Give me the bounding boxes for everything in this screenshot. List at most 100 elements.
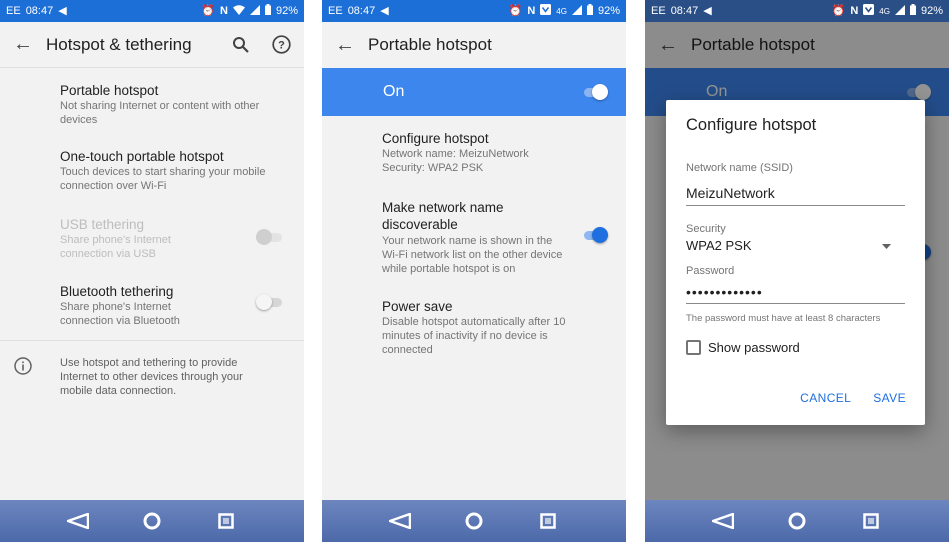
ssid-label: Network name (SSID) (686, 162, 793, 174)
screen-configure-hotspot-dialog: EE 08:47 ◀ ⏰ N 4G 92% ← Portable hotspot… (645, 0, 949, 542)
save-button[interactable]: SAVE (873, 391, 906, 405)
svg-text:?: ? (278, 40, 285, 52)
security-label: Security (686, 223, 726, 235)
cancel-button[interactable]: CANCEL (800, 391, 851, 405)
dialog-actions: CANCEL SAVE (686, 391, 906, 405)
info-footer: Use hotspot and tethering to provide Int… (0, 356, 304, 398)
navigation-bar (0, 500, 304, 542)
navigation-bar (645, 500, 949, 542)
show-password-checkbox[interactable] (686, 340, 701, 355)
nav-home-icon[interactable] (786, 510, 808, 532)
network-type-badge: 4G (556, 6, 567, 16)
carrier-label: EE (328, 5, 343, 17)
nav-back-icon[interactable] (67, 510, 89, 532)
nav-recents-icon[interactable] (537, 510, 559, 532)
item-subtitle: Your network name is shown in the Wi-Fi … (382, 235, 563, 275)
nav-home-icon[interactable] (463, 510, 485, 532)
battery-level: 92% (920, 5, 943, 17)
navigation-arrow-icon: ◀ (380, 4, 389, 17)
nav-back-icon[interactable] (712, 510, 734, 532)
list-item-portable-hotspot[interactable]: Portable hotspot Not sharing Internet or… (0, 82, 304, 127)
item-title: Power save (382, 299, 453, 314)
page-title: Hotspot & tethering (46, 34, 192, 54)
master-switch-label: On (383, 83, 405, 100)
navigation-bar (322, 500, 626, 542)
navigation-arrow-icon: ◀ (58, 4, 67, 17)
alarm-icon: ⏰ (201, 4, 216, 17)
nav-back-icon[interactable] (389, 510, 411, 532)
ssid-input[interactable]: MeizuNetwork (686, 185, 905, 201)
discoverable-switch[interactable] (582, 226, 608, 244)
carrier-label: EE (6, 5, 21, 17)
usb-tethering-switch (256, 228, 282, 246)
configure-hotspot-dialog: Configure hotspot Network name (SSID) Me… (666, 100, 925, 425)
clock: 08:47 (25, 5, 54, 17)
status-bar: EE 08:47 ◀ ⏰ N 4G 92% (322, 0, 626, 22)
master-switch-bar[interactable]: On (322, 68, 626, 116)
search-icon[interactable] (230, 34, 252, 56)
dropdown-arrow-icon (882, 236, 891, 254)
signal-icon (571, 4, 582, 18)
item-subtitle: Network name: MeizuNetwork Security: WPA… (382, 148, 529, 174)
clock: 08:47 (670, 5, 699, 17)
status-bar: EE 08:47 ◀ ⏰ N 4G 92% (645, 0, 949, 22)
item-title: Portable hotspot (60, 83, 159, 98)
clock: 08:47 (347, 5, 376, 17)
battery-icon (586, 4, 593, 18)
signal-icon (249, 4, 260, 18)
battery-icon (264, 4, 271, 18)
list-item-discoverable[interactable]: Make network name discoverable Your netw… (322, 199, 626, 276)
app-bar: ← Hotspot & tethering ? (0, 22, 304, 68)
bluetooth-tethering-switch[interactable] (256, 293, 282, 311)
help-icon[interactable]: ? (270, 34, 292, 56)
signal-icon (894, 4, 905, 18)
password-input[interactable]: ••••••••••••• (686, 284, 905, 300)
item-title: USB tethering (60, 217, 145, 232)
wifi-icon (232, 4, 245, 18)
battery-level: 92% (597, 5, 620, 17)
back-arrow-icon[interactable]: ← (0, 33, 46, 56)
item-title: Configure hotspot (382, 131, 489, 146)
list-item-configure-hotspot[interactable]: Configure hotspot Network name: MeizuNet… (322, 130, 626, 175)
nav-home-icon[interactable] (141, 510, 163, 532)
page-title: Portable hotspot (368, 35, 492, 54)
info-icon (14, 357, 32, 380)
item-title: Make network name discoverable (382, 200, 504, 232)
navigation-arrow-icon: ◀ (703, 4, 712, 17)
battery-level: 92% (275, 5, 298, 17)
app-bar: ← Portable hotspot (322, 22, 626, 68)
screen-portable-hotspot: EE 08:47 ◀ ⏰ N 4G 92% ← Portable hotspot… (322, 0, 626, 542)
password-underline (686, 303, 905, 304)
password-label: Password (686, 265, 735, 277)
ssid-underline (686, 205, 905, 206)
list-item-bluetooth-tethering[interactable]: Bluetooth tethering Share phone's Intern… (0, 283, 304, 340)
list-item-one-touch-hotspot[interactable]: One-touch portable hotspot Touch devices… (0, 148, 304, 193)
hotspot-icon (540, 4, 552, 18)
item-title: Bluetooth tethering (60, 284, 174, 299)
battery-icon (909, 4, 916, 18)
show-password-label: Show password (708, 340, 800, 355)
divider (0, 340, 304, 341)
nfc-icon: N (850, 4, 859, 17)
carrier-label: EE (651, 5, 666, 17)
alarm-icon: ⏰ (831, 4, 846, 17)
nav-recents-icon[interactable] (860, 510, 882, 532)
hotspot-master-switch[interactable] (582, 83, 608, 101)
item-subtitle: Disable hotspot automatically after 10 m… (382, 316, 566, 356)
back-arrow-icon[interactable]: ← (322, 34, 368, 57)
item-subtitle: Touch devices to start sharing your mobi… (60, 166, 266, 192)
security-dropdown[interactable]: WPA2 PSK (686, 236, 905, 254)
screen-hotspot-tethering: EE 08:47 ◀ ⏰ N 92% ← Hotspot & tethering (0, 0, 304, 542)
item-title: One-touch portable hotspot (60, 149, 224, 164)
security-value: WPA2 PSK (686, 237, 752, 253)
hotspot-icon (863, 4, 875, 18)
dialog-title: Configure hotspot (686, 116, 817, 134)
item-subtitle: Not sharing Internet or content with oth… (60, 100, 260, 126)
list-item-power-save[interactable]: Power save Disable hotspot automatically… (322, 298, 626, 357)
nav-recents-icon[interactable] (215, 510, 237, 532)
item-subtitle: Share phone's Internet connection via Bl… (60, 301, 180, 327)
item-subtitle: Share phone's Internet connection via US… (60, 234, 171, 260)
show-password-row[interactable]: Show password (686, 340, 905, 355)
nfc-icon: N (220, 4, 228, 17)
info-text: Use hotspot and tethering to provide Int… (60, 357, 243, 397)
